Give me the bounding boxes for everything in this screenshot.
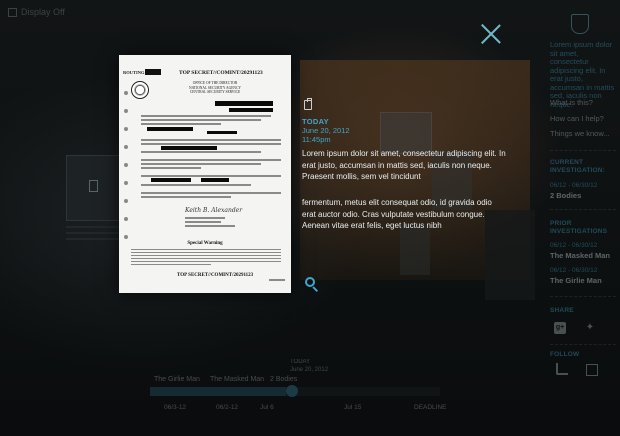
document-routing: ROUTING <box>123 70 145 75</box>
document-text-line <box>141 151 261 153</box>
follow-heading: FOLLOW <box>550 351 580 358</box>
display-toggle-label: Display Off <box>21 7 65 17</box>
redaction <box>151 178 191 182</box>
document-text-line <box>131 249 281 250</box>
timeline-tag[interactable]: 2 Bodies <box>270 376 297 383</box>
document-text-line <box>141 175 281 177</box>
document-footer: TOP SECRET//COMINT/20291123 <box>177 273 254 278</box>
background-card-text <box>66 226 120 256</box>
rss-icon[interactable] <box>556 363 568 375</box>
document-text-line <box>185 221 221 223</box>
document-text-line <box>141 196 231 198</box>
mail-icon[interactable] <box>586 364 598 376</box>
sidebar: Lorem ipsum dolor sit amet, consectetur … <box>540 0 620 436</box>
current-investigation-heading: CURRENT INVESTIGATION: <box>550 159 606 174</box>
document-text-line <box>131 255 281 256</box>
document-text-line <box>141 163 261 165</box>
document-text-line <box>141 184 251 186</box>
sidebar-link-things-we-know[interactable]: Things we know... <box>550 129 610 138</box>
document-text-line <box>141 143 281 145</box>
timeline-tag[interactable]: The Masked Man <box>210 376 264 383</box>
document-text-line <box>131 258 281 259</box>
document-text-line <box>141 159 281 161</box>
magnifier-icon[interactable] <box>304 276 320 293</box>
redaction <box>207 131 237 134</box>
detail-time: 11:45pm <box>302 135 331 144</box>
current-investigation-link[interactable]: 2 Bodies <box>550 191 581 200</box>
timeline-today-label: TODAY <box>290 359 311 365</box>
timeline-marker[interactable] <box>286 385 298 397</box>
timeline-tick: 06/3-12 <box>164 404 187 411</box>
redaction <box>147 127 193 131</box>
sidebar-link-what-is-this[interactable]: What is this? <box>550 98 593 107</box>
prior-investigation-link[interactable]: The Masked Man <box>550 251 610 260</box>
prior-investigation-dates: 06/12 - 06/30/12 <box>550 267 598 274</box>
document-special-warning: Special Warning <box>187 241 223 246</box>
clipboard-icon <box>304 98 312 110</box>
detail-date: June 20, 2012 <box>302 126 350 135</box>
timeline-tick: 06/2-12 <box>216 404 239 411</box>
display-toggle[interactable]: Display Off <box>8 7 65 17</box>
twitter-icon[interactable]: ✦ <box>584 322 596 334</box>
detail-paragraph: Lorem ipsum dolor sit amet, consectetur … <box>302 149 506 181</box>
redaction <box>229 108 273 112</box>
document-text-line <box>185 217 225 219</box>
sidebar-link-how-can-i-help[interactable]: How can I help? <box>550 114 604 123</box>
divider <box>550 296 616 297</box>
agency-seal-icon <box>131 81 149 99</box>
share-heading: SHARE <box>550 307 574 314</box>
detail-label: TODAY <box>302 117 329 126</box>
background-photo <box>400 225 430 275</box>
timeline: TODAY June 20, 2012 The Girlie Man The M… <box>130 356 530 436</box>
timeline-progress <box>150 387 287 396</box>
document-signature: Keith B. Alexander <box>185 207 243 214</box>
prior-investigation-link[interactable]: The Girlie Man <box>550 276 602 285</box>
badge-logo-icon[interactable] <box>571 14 589 34</box>
prior-investigation-dates: 06/12 - 06/30/12 <box>550 242 598 249</box>
timeline-tick: DEADLINE <box>414 404 447 411</box>
evidence-document[interactable]: ROUTING TOP SECRET//COMINT/20291123 OFFI… <box>119 55 291 293</box>
timeline-today-date: June 20, 2012 <box>290 367 329 373</box>
detail-paragraph: fermentum, metus elit consequat odio, id… <box>302 198 492 230</box>
checkbox-icon <box>8 7 17 17</box>
redaction <box>215 101 273 106</box>
document-text-line <box>269 279 285 281</box>
redaction <box>201 178 229 182</box>
document-text-line <box>131 252 281 253</box>
divider <box>550 150 616 151</box>
document-text-line <box>141 192 281 194</box>
binder-holes <box>124 91 128 251</box>
timeline-tag[interactable]: The Girlie Man <box>154 376 200 383</box>
current-investigation-dates: 06/12 - 06/30/12 <box>550 182 598 189</box>
timeline-tick: Jul 15 <box>344 404 362 411</box>
document-text-line <box>141 139 281 141</box>
background-evidence-card <box>66 155 120 221</box>
document-text-line <box>141 123 221 125</box>
clipboard-icon <box>89 180 98 192</box>
document-text-line <box>131 264 211 265</box>
document-text-line <box>141 119 261 121</box>
timeline-tick: Jul 6 <box>260 404 274 411</box>
google-plus-icon[interactable]: g+ <box>554 322 566 334</box>
document-classification: TOP SECRET//COMINT/20291123 <box>179 70 263 76</box>
divider <box>550 344 616 345</box>
document-office: OFFICE OF THE DIRECTOR NATIONAL SECURITY… <box>188 81 242 95</box>
document-text-line <box>185 225 235 227</box>
redaction <box>161 146 217 150</box>
document-text-line <box>131 261 281 262</box>
prior-investigations-heading: PRIOR INVESTIGATIONS <box>550 220 608 235</box>
document-text-line <box>141 167 201 169</box>
close-icon[interactable] <box>480 23 502 45</box>
document-text-line <box>141 115 271 117</box>
redaction <box>145 69 161 75</box>
divider <box>550 209 616 210</box>
